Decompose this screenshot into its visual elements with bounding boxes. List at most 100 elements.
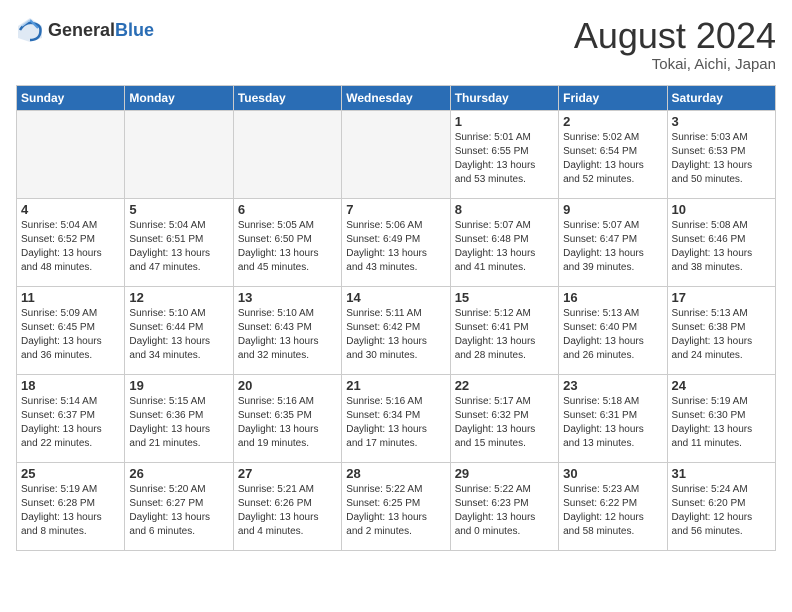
calendar-cell: 19Sunrise: 5:15 AM Sunset: 6:36 PM Dayli…: [125, 374, 233, 462]
calendar-cell: 31 Sunrise: 5:24 AM Sunset: 6:20 PM Dayli…: [667, 462, 775, 550]
day-info: Sunrise: 5:21 AM Sunset: 6:26 PM Dayligh…: [238, 483, 337, 539]
calendar-cell: 12Sunrise: 5:10 AM Sunset: 6:44 PM Dayli…: [125, 286, 233, 374]
title-block: August 2024 Tokai, Aichi, Japan: [574, 16, 776, 73]
day-info: Sunrise: 5:22 AM Sunset: 6:23 PM Dayligh…: [455, 483, 554, 539]
day-number: 20: [238, 378, 337, 393]
week-row-1: 1 Sunrise: 5:01 AM Sunset: 6:55 PM Daylig…: [17, 110, 776, 198]
location-title: Tokai, Aichi, Japan: [574, 56, 776, 73]
calendar-cell: 23Sunrise: 5:18 AM Sunset: 6:31 PM Dayli…: [559, 374, 667, 462]
day-info: Sunrise: 5:16 AM Sunset: 6:35 PM Dayligh…: [238, 395, 337, 451]
calendar-cell: 29 Sunrise: 5:22 AM Sunset: 6:23 PM Dayli…: [450, 462, 558, 550]
day-info: Sunrise: 5:23 AM Sunset: 6:22 PM Dayligh…: [563, 483, 662, 539]
day-number: 12: [129, 290, 228, 305]
day-number: 16: [563, 290, 662, 305]
day-info: Sunrise: 5:05 AM Sunset: 6:50 PM Dayligh…: [238, 219, 337, 275]
day-number: 30: [563, 466, 662, 481]
week-row-3: 11Sunrise: 5:09 AM Sunset: 6:45 PM Dayli…: [17, 286, 776, 374]
day-number: 31: [672, 466, 771, 481]
day-info: Sunrise: 5:24 AM Sunset: 6:20 PM Dayligh…: [672, 483, 771, 539]
day-info: Sunrise: 5:01 AM Sunset: 6:55 PM Dayligh…: [455, 131, 554, 187]
day-info: Sunrise: 5:22 AM Sunset: 6:25 PM Dayligh…: [346, 483, 445, 539]
calendar-cell: [233, 110, 341, 198]
day-number: 13: [238, 290, 337, 305]
page-header: GeneralBlue August 2024 Tokai, Aichi, Ja…: [16, 16, 776, 73]
calendar-cell: 10 Sunrise: 5:08 AM Sunset: 6:46 PM Dayli…: [667, 198, 775, 286]
weekday-header-tuesday: Tuesday: [233, 85, 341, 110]
day-info: Sunrise: 5:10 AM Sunset: 6:43 PM Dayligh…: [238, 307, 337, 363]
day-number: 19: [129, 378, 228, 393]
day-info: Sunrise: 5:20 AM Sunset: 6:27 PM Dayligh…: [129, 483, 228, 539]
calendar-cell: [125, 110, 233, 198]
calendar-cell: [342, 110, 450, 198]
day-info: Sunrise: 5:16 AM Sunset: 6:34 PM Dayligh…: [346, 395, 445, 451]
calendar-table: SundayMondayTuesdayWednesdayThursdayFrid…: [16, 85, 776, 551]
logo-icon: [16, 16, 44, 44]
day-number: 23: [563, 378, 662, 393]
day-info: Sunrise: 5:17 AM Sunset: 6:32 PM Dayligh…: [455, 395, 554, 451]
day-info: Sunrise: 5:07 AM Sunset: 6:48 PM Dayligh…: [455, 219, 554, 275]
day-number: 22: [455, 378, 554, 393]
day-info: Sunrise: 5:19 AM Sunset: 6:28 PM Dayligh…: [21, 483, 120, 539]
day-number: 27: [238, 466, 337, 481]
day-number: 14: [346, 290, 445, 305]
day-info: Sunrise: 5:11 AM Sunset: 6:42 PM Dayligh…: [346, 307, 445, 363]
day-number: 7: [346, 202, 445, 217]
day-info: Sunrise: 5:02 AM Sunset: 6:54 PM Dayligh…: [563, 131, 662, 187]
day-info: Sunrise: 5:03 AM Sunset: 6:53 PM Dayligh…: [672, 131, 771, 187]
day-number: 25: [21, 466, 120, 481]
calendar-cell: 30 Sunrise: 5:23 AM Sunset: 6:22 PM Dayli…: [559, 462, 667, 550]
calendar-cell: 14 Sunrise: 5:11 AM Sunset: 6:42 PM Dayli…: [342, 286, 450, 374]
calendar-cell: 2 Sunrise: 5:02 AM Sunset: 6:54 PM Daylig…: [559, 110, 667, 198]
weekday-header-saturday: Saturday: [667, 85, 775, 110]
day-info: Sunrise: 5:04 AM Sunset: 6:51 PM Dayligh…: [129, 219, 228, 275]
day-number: 5: [129, 202, 228, 217]
calendar-cell: 7 Sunrise: 5:06 AM Sunset: 6:49 PM Daylig…: [342, 198, 450, 286]
logo: GeneralBlue: [16, 16, 154, 44]
calendar-cell: 13 Sunrise: 5:10 AM Sunset: 6:43 PM Dayli…: [233, 286, 341, 374]
day-number: 29: [455, 466, 554, 481]
day-info: Sunrise: 5:04 AM Sunset: 6:52 PM Dayligh…: [21, 219, 120, 275]
month-title: August 2024: [574, 16, 776, 56]
day-number: 3: [672, 114, 771, 129]
calendar-cell: 4 Sunrise: 5:04 AM Sunset: 6:52 PM Daylig…: [17, 198, 125, 286]
day-number: 17: [672, 290, 771, 305]
day-number: 21: [346, 378, 445, 393]
logo-blue: Blue: [115, 21, 154, 39]
calendar-cell: 11Sunrise: 5:09 AM Sunset: 6:45 PM Dayli…: [17, 286, 125, 374]
day-info: Sunrise: 5:14 AM Sunset: 6:37 PM Dayligh…: [21, 395, 120, 451]
calendar-cell: 28Sunrise: 5:22 AM Sunset: 6:25 PM Dayli…: [342, 462, 450, 550]
day-info: Sunrise: 5:07 AM Sunset: 6:47 PM Dayligh…: [563, 219, 662, 275]
calendar-cell: 8 Sunrise: 5:07 AM Sunset: 6:48 PM Daylig…: [450, 198, 558, 286]
calendar-cell: 5 Sunrise: 5:04 AM Sunset: 6:51 PM Daylig…: [125, 198, 233, 286]
weekday-header-row: SundayMondayTuesdayWednesdayThursdayFrid…: [17, 85, 776, 110]
weekday-header-friday: Friday: [559, 85, 667, 110]
week-row-2: 4 Sunrise: 5:04 AM Sunset: 6:52 PM Daylig…: [17, 198, 776, 286]
week-row-4: 18Sunrise: 5:14 AM Sunset: 6:37 PM Dayli…: [17, 374, 776, 462]
calendar-cell: 27 Sunrise: 5:21 AM Sunset: 6:26 PM Dayli…: [233, 462, 341, 550]
day-number: 10: [672, 202, 771, 217]
day-info: Sunrise: 5:13 AM Sunset: 6:40 PM Dayligh…: [563, 307, 662, 363]
calendar-cell: 25 Sunrise: 5:19 AM Sunset: 6:28 PM Dayli…: [17, 462, 125, 550]
calendar-cell: 22 Sunrise: 5:17 AM Sunset: 6:32 PM Dayli…: [450, 374, 558, 462]
calendar-cell: 6Sunrise: 5:05 AM Sunset: 6:50 PM Daylig…: [233, 198, 341, 286]
day-info: Sunrise: 5:06 AM Sunset: 6:49 PM Dayligh…: [346, 219, 445, 275]
day-number: 9: [563, 202, 662, 217]
day-info: Sunrise: 5:08 AM Sunset: 6:46 PM Dayligh…: [672, 219, 771, 275]
calendar-cell: 16 Sunrise: 5:13 AM Sunset: 6:40 PM Dayli…: [559, 286, 667, 374]
calendar-cell: 20 Sunrise: 5:16 AM Sunset: 6:35 PM Dayli…: [233, 374, 341, 462]
day-number: 1: [455, 114, 554, 129]
day-number: 4: [21, 202, 120, 217]
calendar-cell: 26Sunrise: 5:20 AM Sunset: 6:27 PM Dayli…: [125, 462, 233, 550]
calendar-cell: 18Sunrise: 5:14 AM Sunset: 6:37 PM Dayli…: [17, 374, 125, 462]
calendar-cell: 21 Sunrise: 5:16 AM Sunset: 6:34 PM Dayli…: [342, 374, 450, 462]
day-number: 2: [563, 114, 662, 129]
weekday-header-sunday: Sunday: [17, 85, 125, 110]
logo-text: GeneralBlue: [48, 21, 154, 39]
day-number: 15: [455, 290, 554, 305]
logo-general: General: [48, 21, 115, 39]
day-info: Sunrise: 5:19 AM Sunset: 6:30 PM Dayligh…: [672, 395, 771, 451]
day-number: 24: [672, 378, 771, 393]
day-number: 8: [455, 202, 554, 217]
weekday-header-wednesday: Wednesday: [342, 85, 450, 110]
week-row-5: 25 Sunrise: 5:19 AM Sunset: 6:28 PM Dayli…: [17, 462, 776, 550]
